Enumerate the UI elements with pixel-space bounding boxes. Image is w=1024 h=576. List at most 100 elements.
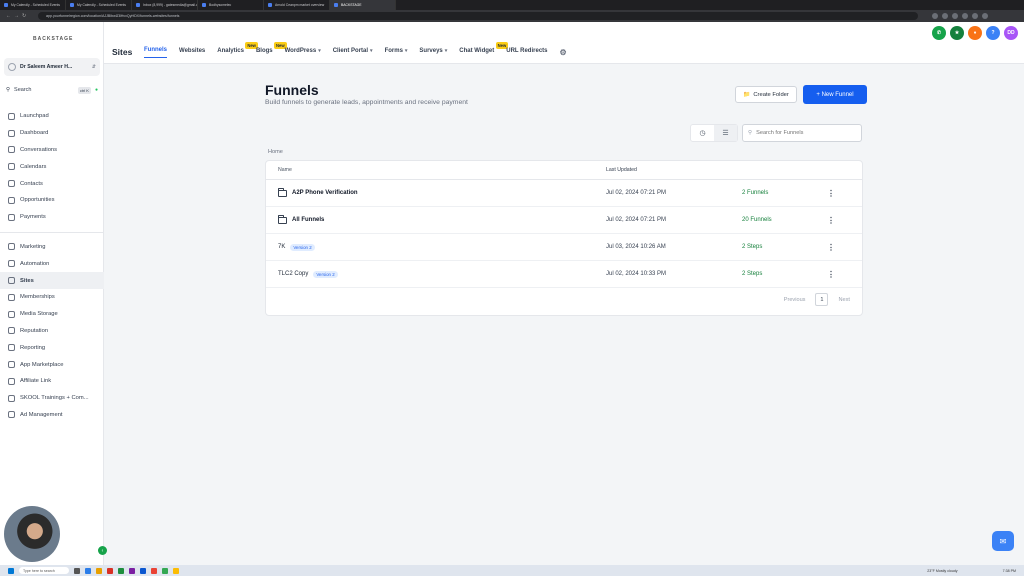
more-options-icon[interactable]: ⋮ [827,189,847,198]
taskbar-app-icon[interactable] [118,567,124,574]
table-row[interactable]: All Funnels Jul 02, 2024 07:21 PM 20 Funne… [266,207,862,234]
tab-label: Chat Widget [459,47,495,54]
taskbar-app-icon[interactable] [162,567,168,574]
quick-action-icon[interactable]: ● [95,87,98,93]
row-name[interactable]: A2P Phone Verification [292,190,358,196]
extension-icon[interactable] [962,13,968,19]
sidebar-item-label: Automation [20,260,50,267]
chat-widget-button[interactable]: ✉ [992,531,1014,551]
collapse-sidebar-button[interactable]: ‹ [98,546,107,555]
sidebar-item-app-marketplace[interactable]: App Marketplace [0,356,104,373]
browser-tab[interactable]: My Calendly - Scheduled Events [0,0,66,10]
taskbar-app-icon[interactable] [173,567,179,574]
account-switcher[interactable]: Dr Saleem Ameer H... ⇵ [4,58,100,76]
sidebar-item-reputation[interactable]: Reputation [0,323,104,340]
next-page-button[interactable]: Next [838,297,850,303]
browser-tab[interactable]: BACKSTAGE [330,0,396,10]
extension-icon[interactable] [932,13,938,19]
tab-wordpress[interactable]: WordPress ▾ [285,48,321,58]
tab-url-redirects[interactable]: URL Redirects [506,48,547,58]
sidebar-item-memberships[interactable]: Memberships [0,289,104,306]
table-row[interactable]: A2P Phone Verification Jul 02, 2024 07:21… [266,180,862,207]
extension-icon[interactable] [942,13,948,19]
extension-icon[interactable] [972,13,978,19]
row-name[interactable]: TLC2 Copy [278,271,308,277]
funnel-search-input[interactable] [756,130,847,136]
taskbar-app-icon[interactable] [85,567,91,574]
sidebar-item-payments[interactable]: Payments [0,209,104,226]
weather-widget[interactable]: 23°F Mostly cloudy [927,569,957,573]
table-row[interactable]: TLC2 Copy Version 2 Jul 02, 2024 10:33 PM 2… [266,261,862,288]
sidebar-item-affiliate-link[interactable]: Affiliate Link [0,373,104,390]
back-icon[interactable]: ← [6,13,14,19]
top-navigation: Sites Funnels Websites Analytics New Blogs Ne… [104,22,1024,64]
extension-icon[interactable] [952,13,958,19]
chevron-down-icon: ▾ [404,47,408,54]
tab-funnels[interactable]: Funnels [144,47,168,58]
sidebar-item-marketing[interactable]: Marketing [0,239,104,256]
create-folder-button[interactable]: 📁 Create Folder [735,86,797,103]
sidebar-item-calendars[interactable]: Calendars [0,158,104,175]
sidebar-item-sites[interactable]: Sites [0,272,104,289]
phone-icon[interactable]: ✆ [932,26,946,40]
browser-tab[interactable]: My Calendly - Scheduled Events [66,0,132,10]
browser-tab[interactable]: Inbox (8,999) - gatesmedia@gmail.com [132,0,198,10]
row-name[interactable]: 7K [278,244,285,250]
previous-page-button[interactable]: Previous [784,297,806,303]
url-field[interactable]: app.yourfunnelregion.com/location/AJJBlb… [38,12,918,20]
tab-surveys[interactable]: Surveys ▾ [419,48,447,58]
browser-tab[interactable]: Arnold Ceanpm market overview [264,0,330,10]
megaphone-icon[interactable]: ★ [950,26,964,40]
new-funnel-button[interactable]: + New Funnel [803,85,867,104]
folder-icon [278,187,287,197]
taskbar-app-icon[interactable] [140,567,146,574]
taskbar-app-icon[interactable] [74,567,80,574]
taskbar-app-icon[interactable] [129,567,135,574]
start-icon[interactable] [8,567,14,574]
sidebar-item-reporting[interactable]: Reporting [0,339,104,356]
sidebar-search[interactable]: ⚲ Search ctrl K ● [6,85,98,95]
tab-blogs[interactable]: Blogs New [256,41,287,58]
more-options-icon[interactable]: ⋮ [827,216,847,225]
help-icon[interactable]: ? [986,26,1000,40]
list-view-icon[interactable]: ☰ [714,125,737,141]
row-count: 2 Steps [742,271,763,277]
sidebar-divider [0,231,104,233]
taskbar-app-icon[interactable] [107,567,113,574]
row-name[interactable]: All Funnels [292,217,324,223]
taskbar-app-icon[interactable] [96,567,102,574]
taskbar-app-icon[interactable] [151,567,157,574]
sidebar-item-skool-trainings-com[interactable]: SKOOL Trainings + Com... [0,390,104,407]
page-number[interactable]: 1 [815,293,829,306]
sidebar-item-conversations[interactable]: Conversations [0,142,104,159]
create-folder-label: Create Folder [753,91,789,98]
sidebar-item-label: Launchpad [20,113,49,120]
more-options-icon[interactable]: ⋮ [827,270,847,279]
tab-client-portal[interactable]: Client Portal ▾ [333,48,373,58]
recent-view-icon[interactable]: ◷ [691,125,714,141]
table-row[interactable]: 7K Version 2 Jul 03, 2024 10:26 AM 2 Steps ⋮ [266,234,862,261]
sidebar-item-media-storage[interactable]: Media Storage [0,306,104,323]
sidebar-item-automation[interactable]: Automation [0,255,104,272]
sidebar-item-contacts[interactable]: Contacts [0,175,104,192]
sidebar-item-opportunities[interactable]: Opportunities [0,192,104,209]
tab-chat-widget[interactable]: Chat Widget New [459,41,509,58]
sidebar-item-label: Ad Management [20,411,63,418]
breadcrumb[interactable]: Home [268,149,283,155]
notification-bell-icon[interactable]: ♦ [968,26,982,40]
sidebar-item-ad-management[interactable]: Ad Management [0,407,104,424]
taskbar-search[interactable]: Type here to search [19,567,69,574]
user-avatar[interactable]: DD [1004,26,1018,40]
settings-gear-icon[interactable]: ⚙ [560,48,567,57]
extension-icon[interactable] [982,13,988,19]
sidebar-item-dashboard[interactable]: Dashboard [0,125,104,142]
browser-tab[interactable]: Bodhysomelec [198,0,264,10]
tab-analytics[interactable]: Analytics New [217,41,258,58]
more-options-icon[interactable]: ⋮ [827,243,847,252]
tab-websites[interactable]: Websites [179,48,205,58]
sidebar-item-launchpad[interactable]: Launchpad [0,108,104,125]
browser-tab-strip: My Calendly - Scheduled Events My Calendl… [0,0,1024,10]
tab-forms[interactable]: Forms ▾ [385,48,408,58]
reload-icon[interactable]: ↻ [22,13,30,19]
forward-icon[interactable]: → [14,13,22,19]
